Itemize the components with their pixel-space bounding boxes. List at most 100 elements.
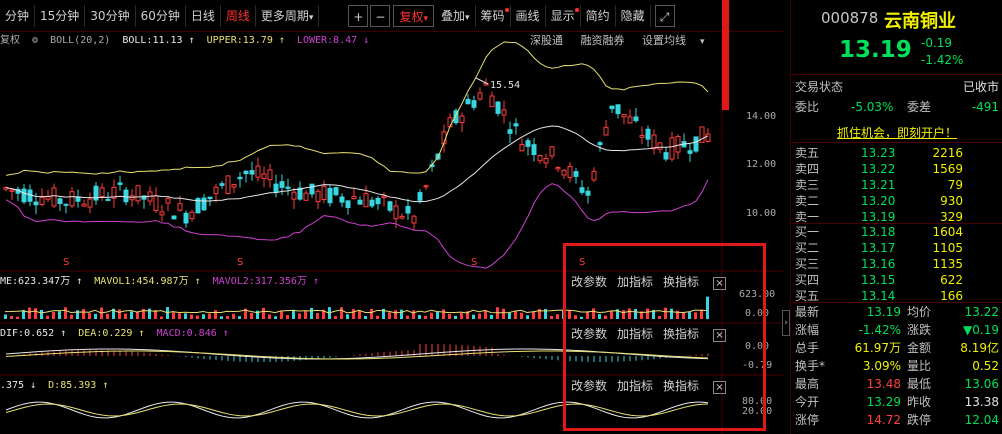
candle [291, 191, 297, 200]
stat-value: 13.48 [866, 377, 901, 391]
candle [501, 109, 507, 116]
volume-bar [502, 308, 505, 319]
volume-bar [202, 314, 205, 319]
volume-bar [220, 316, 223, 319]
quote-panel: 000878 云南铜业 13.19 -0.19 -1.42% 交易状态 已收市 … [790, 0, 1002, 434]
candle [477, 92, 483, 100]
volume-bar [526, 315, 529, 319]
bid-row[interactable]: 买二 13.17 1105 [791, 240, 1002, 256]
volume-bar [424, 315, 427, 319]
candle [675, 136, 681, 153]
bid-label: 买一 [795, 225, 820, 239]
ask-row[interactable]: 卖三 13.21 79 [791, 177, 1002, 193]
volume-bar [28, 307, 31, 319]
stock-name: 云南铜业 [884, 11, 956, 32]
stat-label: 最低 [907, 377, 932, 391]
candle [357, 199, 363, 205]
weicha-label: 委差 [907, 100, 932, 114]
candle [399, 215, 405, 219]
stat-value: 61.97万 [854, 341, 901, 355]
kdj-d-value: D:85.393 ↑ [48, 380, 109, 391]
stat-row: 总手 61.97万 金额 8.19亿 [791, 340, 1002, 357]
volume-bar [160, 316, 163, 319]
candle [267, 169, 273, 181]
volume-bar [442, 309, 445, 319]
volume-bar [376, 315, 379, 319]
volume-bar [178, 313, 181, 319]
volume-bar [532, 311, 535, 319]
candle [537, 155, 543, 162]
volume-bar [76, 310, 79, 319]
candle [39, 196, 45, 205]
mavol2-value: MAVOL2:317.356万 ↑ [212, 276, 319, 287]
volume-bar [472, 314, 475, 319]
candle [57, 198, 63, 205]
ask-row[interactable]: 卖二 13.20 930 [791, 193, 1002, 209]
volume-bar [34, 308, 37, 319]
candle [471, 100, 477, 108]
weibi-value: -5.03% [851, 100, 894, 114]
candle [621, 113, 627, 118]
divider [791, 142, 1002, 143]
bid-price: 13.17 [861, 241, 896, 255]
volume-bar [418, 314, 421, 319]
stat-value: 13.06 [964, 377, 999, 391]
volume-bar [340, 307, 343, 319]
bid-row[interactable]: 买三 13.16 1135 [791, 256, 1002, 272]
ask-volume: 79 [947, 178, 963, 192]
bid-price: 13.15 [861, 273, 896, 287]
volume-bar [406, 315, 409, 319]
volume-bar [514, 311, 517, 319]
weibi-label: 委比 [795, 100, 820, 114]
mavol1-value: MAVOL1:454.987万 ↑ [94, 276, 201, 287]
ask-label: 卖二 [795, 194, 820, 208]
candle [243, 170, 249, 175]
candle [327, 187, 333, 204]
bid-row[interactable]: 买四 13.15 622 [791, 272, 1002, 288]
volume-bar [508, 312, 511, 319]
ask-row[interactable]: 卖五 13.23 2216 [791, 145, 1002, 161]
candle [603, 126, 609, 136]
candle [51, 187, 57, 207]
volume-bar [550, 316, 553, 319]
stat-label: 最新 [795, 305, 820, 319]
candle [189, 211, 195, 220]
boll-mid-line [5, 125, 709, 203]
candle [375, 197, 381, 205]
volume-bar [298, 313, 301, 319]
bid-row[interactable]: 买一 13.18 1604 [791, 224, 1002, 240]
candle [519, 143, 525, 152]
ask-volume: 930 [940, 194, 963, 208]
collapse-panel-button[interactable]: › [782, 310, 790, 336]
volume-bar [460, 313, 463, 319]
stat-row: 今开 13.29 昨收 13.38 [791, 394, 1002, 411]
candle [177, 203, 183, 211]
candle [309, 183, 315, 195]
kdj-k-value: .375 ↓ [0, 380, 37, 391]
volume-bar [208, 313, 211, 319]
volume-bar [16, 316, 19, 319]
candle [117, 182, 123, 185]
volume-bar [52, 311, 55, 319]
candle [663, 152, 669, 160]
stat-value: 13.19 [866, 305, 901, 319]
ask-label: 卖五 [795, 146, 820, 160]
volume-bar [268, 314, 271, 319]
trade-status-label: 交易状态 [795, 80, 844, 94]
candle [255, 165, 261, 178]
ask-row[interactable]: 卖四 13.22 1569 [791, 161, 1002, 177]
candle [489, 95, 495, 108]
volume-bar [262, 307, 265, 319]
volume-bar [316, 313, 319, 319]
volume-bar [478, 313, 481, 319]
candle [321, 185, 327, 200]
open-account-link[interactable]: 抓住机会，即刻开户！ [791, 124, 1002, 141]
candle [405, 205, 411, 214]
candle [645, 128, 651, 140]
candle [591, 170, 597, 181]
stat-value: 13.38 [964, 395, 999, 409]
volume-bar [430, 312, 433, 319]
peak-label: 15.54 [490, 80, 520, 91]
candle [153, 195, 159, 211]
dif-value: DIF:0.652 ↑ [0, 328, 67, 339]
